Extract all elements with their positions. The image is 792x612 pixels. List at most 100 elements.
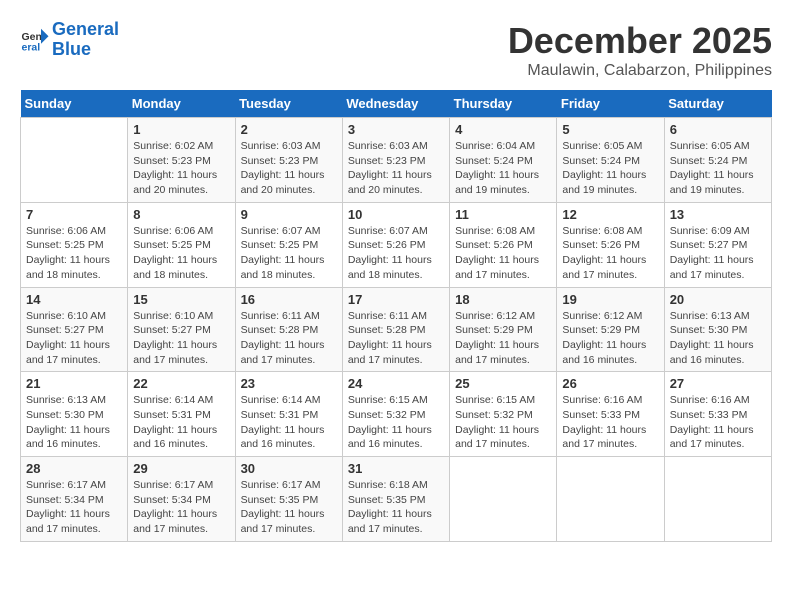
day-number: 23 <box>241 376 337 391</box>
day-number: 14 <box>26 292 122 307</box>
calendar-cell: 29 Sunrise: 6:17 AMSunset: 5:34 PMDayligh… <box>128 457 235 542</box>
day-info: Sunrise: 6:03 AMSunset: 5:23 PMDaylight:… <box>241 139 337 198</box>
calendar-cell: 22Sunrise: 6:14 AMSunset: 5:31 PMDayligh… <box>128 372 235 457</box>
day-info: Sunrise: 6:03 AMSunset: 5:23 PMDaylight:… <box>348 139 444 198</box>
day-number: 31 <box>348 461 444 476</box>
svg-text:eral: eral <box>22 41 41 53</box>
calendar-cell: 2 Sunrise: 6:03 AMSunset: 5:23 PMDaylight… <box>235 118 342 203</box>
day-header-tuesday: Tuesday <box>235 90 342 118</box>
day-number: 27 <box>670 376 766 391</box>
day-info: Sunrise: 6:17 AMSunset: 5:35 PMDaylight:… <box>241 478 337 537</box>
calendar-cell: 28Sunrise: 6:17 AMSunset: 5:34 PMDayligh… <box>21 457 128 542</box>
day-number: 12 <box>562 207 658 222</box>
day-number: 20 <box>670 292 766 307</box>
calendar-cell: 13 Sunrise: 6:09 AMSunset: 5:27 PMDayligh… <box>664 202 771 287</box>
day-number: 15 <box>133 292 229 307</box>
day-info: Sunrise: 6:04 AMSunset: 5:24 PMDaylight:… <box>455 139 551 198</box>
day-info: Sunrise: 6:06 AMSunset: 5:25 PMDaylight:… <box>133 224 229 283</box>
calendar-cell <box>557 457 664 542</box>
day-info: Sunrise: 6:05 AMSunset: 5:24 PMDaylight:… <box>670 139 766 198</box>
calendar-cell: 5 Sunrise: 6:05 AMSunset: 5:24 PMDaylight… <box>557 118 664 203</box>
day-info: Sunrise: 6:17 AMSunset: 5:34 PMDaylight:… <box>133 478 229 537</box>
calendar-cell: 1 Sunrise: 6:02 AMSunset: 5:23 PMDaylight… <box>128 118 235 203</box>
day-info: Sunrise: 6:08 AMSunset: 5:26 PMDaylight:… <box>562 224 658 283</box>
day-number: 28 <box>26 461 122 476</box>
day-info: Sunrise: 6:10 AMSunset: 5:27 PMDaylight:… <box>133 309 229 368</box>
calendar-cell: 23 Sunrise: 6:14 AMSunset: 5:31 PMDayligh… <box>235 372 342 457</box>
day-number: 8 <box>133 207 229 222</box>
day-number: 18 <box>455 292 551 307</box>
day-info: Sunrise: 6:16 AMSunset: 5:33 PMDaylight:… <box>562 393 658 452</box>
day-number: 26 <box>562 376 658 391</box>
logo-text-line2: Blue <box>52 40 119 60</box>
calendar-cell <box>21 118 128 203</box>
day-info: Sunrise: 6:07 AMSunset: 5:26 PMDaylight:… <box>348 224 444 283</box>
day-info: Sunrise: 6:02 AMSunset: 5:23 PMDaylight:… <box>133 139 229 198</box>
day-number: 13 <box>670 207 766 222</box>
calendar-cell: 31 Sunrise: 6:18 AMSunset: 5:35 PMDayligh… <box>342 457 449 542</box>
header-row: SundayMondayTuesdayWednesdayThursdayFrid… <box>21 90 772 118</box>
day-header-thursday: Thursday <box>450 90 557 118</box>
day-number: 29 <box>133 461 229 476</box>
day-number: 6 <box>670 122 766 137</box>
day-header-sunday: Sunday <box>21 90 128 118</box>
week-row-5: 28 Sunrise: 6:17 AMSunset: 5:34 PMDayligh… <box>21 457 772 542</box>
day-number: 4 <box>455 122 551 137</box>
day-info: Sunrise: 6:11 AMSunset: 5:28 PMDaylight:… <box>348 309 444 368</box>
calendar-cell: 18Sunrise: 6:12 AMSunset: 5:29 PMDayligh… <box>450 287 557 372</box>
calendar-cell: 12 Sunrise: 6:08 AMSunset: 5:26 PMDayligh… <box>557 202 664 287</box>
calendar-cell: 11 Sunrise: 6:08 AMSunset: 5:26 PMDayligh… <box>450 202 557 287</box>
day-info: Sunrise: 6:18 AMSunset: 5:35 PMDaylight:… <box>348 478 444 537</box>
day-number: 10 <box>348 207 444 222</box>
day-number: 21 <box>26 376 122 391</box>
calendar-cell: 24 Sunrise: 6:15 AMSunset: 5:32 PMDayligh… <box>342 372 449 457</box>
calendar-cell: 17 Sunrise: 6:11 AMSunset: 5:28 PMDayligh… <box>342 287 449 372</box>
day-number: 2 <box>241 122 337 137</box>
week-row-1: 1 Sunrise: 6:02 AMSunset: 5:23 PMDaylight… <box>21 118 772 203</box>
calendar-cell: 7Sunrise: 6:06 AMSunset: 5:25 PMDaylight… <box>21 202 128 287</box>
calendar-cell: 25Sunrise: 6:15 AMSunset: 5:32 PMDayligh… <box>450 372 557 457</box>
day-info: Sunrise: 6:07 AMSunset: 5:25 PMDaylight:… <box>241 224 337 283</box>
location-subtitle: Maulawin, Calabarzon, Philippines <box>508 62 772 80</box>
calendar-cell: 3Sunrise: 6:03 AMSunset: 5:23 PMDaylight… <box>342 118 449 203</box>
week-row-2: 7Sunrise: 6:06 AMSunset: 5:25 PMDaylight… <box>21 202 772 287</box>
day-info: Sunrise: 6:11 AMSunset: 5:28 PMDaylight:… <box>241 309 337 368</box>
day-header-saturday: Saturday <box>664 90 771 118</box>
week-row-3: 14 Sunrise: 6:10 AMSunset: 5:27 PMDayligh… <box>21 287 772 372</box>
calendar-cell: 15 Sunrise: 6:10 AMSunset: 5:27 PMDayligh… <box>128 287 235 372</box>
day-info: Sunrise: 6:05 AMSunset: 5:24 PMDaylight:… <box>562 139 658 198</box>
day-info: Sunrise: 6:14 AMSunset: 5:31 PMDaylight:… <box>241 393 337 452</box>
day-number: 9 <box>241 207 337 222</box>
calendar-cell: 21Sunrise: 6:13 AMSunset: 5:30 PMDayligh… <box>21 372 128 457</box>
calendar-table: SundayMondayTuesdayWednesdayThursdayFrid… <box>20 90 772 542</box>
week-row-4: 21Sunrise: 6:13 AMSunset: 5:30 PMDayligh… <box>21 372 772 457</box>
day-info: Sunrise: 6:08 AMSunset: 5:26 PMDaylight:… <box>455 224 551 283</box>
header: Gen eral General Blue December 2025 Maul… <box>20 20 772 80</box>
logo-icon: Gen eral <box>20 25 50 55</box>
day-number: 30 <box>241 461 337 476</box>
month-title: December 2025 <box>508 20 772 62</box>
calendar-cell: 14 Sunrise: 6:10 AMSunset: 5:27 PMDayligh… <box>21 287 128 372</box>
calendar-cell: 20Sunrise: 6:13 AMSunset: 5:30 PMDayligh… <box>664 287 771 372</box>
day-number: 1 <box>133 122 229 137</box>
day-number: 24 <box>348 376 444 391</box>
day-info: Sunrise: 6:10 AMSunset: 5:27 PMDaylight:… <box>26 309 122 368</box>
day-number: 17 <box>348 292 444 307</box>
calendar-cell: 8 Sunrise: 6:06 AMSunset: 5:25 PMDaylight… <box>128 202 235 287</box>
day-info: Sunrise: 6:09 AMSunset: 5:27 PMDaylight:… <box>670 224 766 283</box>
day-number: 5 <box>562 122 658 137</box>
day-number: 16 <box>241 292 337 307</box>
calendar-cell: 27 Sunrise: 6:16 AMSunset: 5:33 PMDayligh… <box>664 372 771 457</box>
calendar-cell <box>450 457 557 542</box>
day-number: 11 <box>455 207 551 222</box>
calendar-cell <box>664 457 771 542</box>
day-number: 19 <box>562 292 658 307</box>
calendar-cell: 4 Sunrise: 6:04 AMSunset: 5:24 PMDaylight… <box>450 118 557 203</box>
calendar-cell: 30 Sunrise: 6:17 AMSunset: 5:35 PMDayligh… <box>235 457 342 542</box>
day-info: Sunrise: 6:16 AMSunset: 5:33 PMDaylight:… <box>670 393 766 452</box>
day-info: Sunrise: 6:06 AMSunset: 5:25 PMDaylight:… <box>26 224 122 283</box>
day-info: Sunrise: 6:12 AMSunset: 5:29 PMDaylight:… <box>562 309 658 368</box>
day-info: Sunrise: 6:15 AMSunset: 5:32 PMDaylight:… <box>348 393 444 452</box>
calendar-cell: 19 Sunrise: 6:12 AMSunset: 5:29 PMDayligh… <box>557 287 664 372</box>
logo-text-line1: General <box>52 20 119 40</box>
